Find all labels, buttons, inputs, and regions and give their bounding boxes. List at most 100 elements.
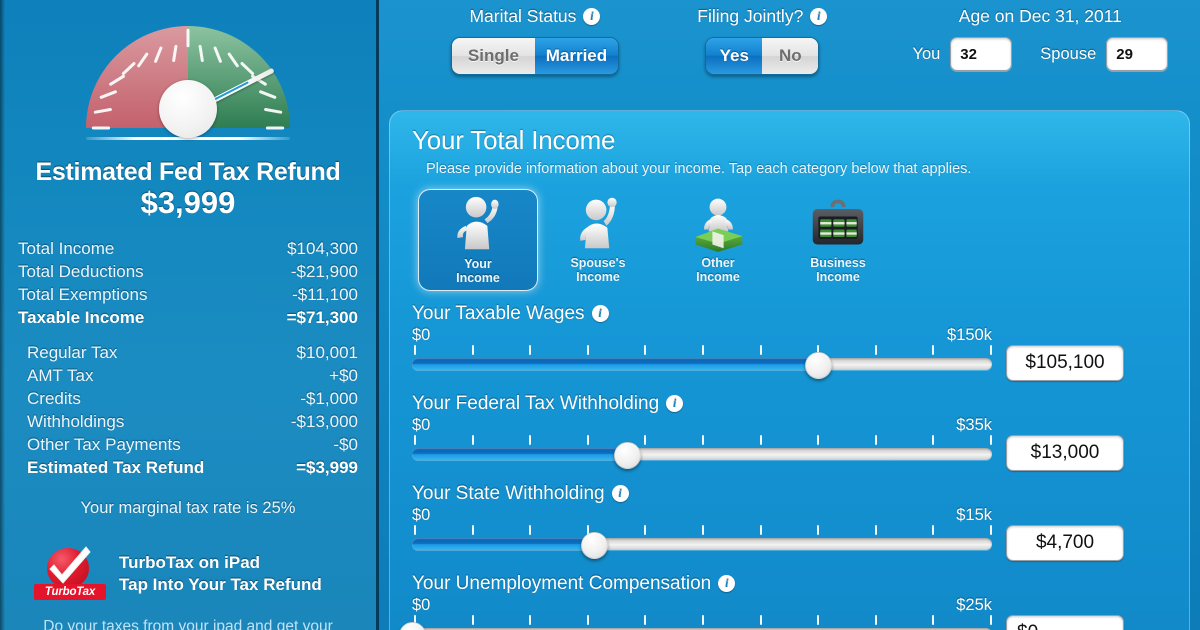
slider-knob[interactable] xyxy=(614,442,642,470)
income-category-label: Spouse's Income xyxy=(570,256,625,285)
slider-tick xyxy=(990,435,992,446)
slider-value-input[interactable]: $0 xyxy=(1006,614,1124,630)
main-pane: Marital Status i Single Married Filing J… xyxy=(379,0,1200,630)
marital-status-text: Marital Status xyxy=(469,6,577,26)
you-age-label: You xyxy=(912,44,941,63)
refund-gauge xyxy=(78,20,298,140)
jointly-option-yes[interactable]: Yes xyxy=(706,38,763,74)
slider-title-text: Your Federal Tax Withholding xyxy=(412,392,660,414)
slider-ticks xyxy=(412,435,992,446)
total-income-card: Your Total Income Please provide informa… xyxy=(389,110,1190,630)
slider-title: Your Unemployment Compensation i xyxy=(412,573,1167,595)
slider-ticks xyxy=(412,345,992,356)
card-subtitle: Please provide information about your in… xyxy=(426,161,972,177)
slider-tick xyxy=(471,435,474,446)
slider-tick xyxy=(990,525,992,536)
slider-control[interactable]: $0 $15k xyxy=(412,505,992,560)
slider-range-labels: $0 $35k xyxy=(412,415,992,434)
slider-min-label: $0 xyxy=(412,415,431,434)
slider-ticks xyxy=(412,525,992,536)
income-category-label: Business Income xyxy=(810,256,866,285)
slider-max-label: $15k xyxy=(956,505,992,524)
category-label-line1: Spouse's xyxy=(570,256,626,270)
slider-tick xyxy=(990,345,992,356)
marital-status-segmented-control[interactable]: Single Married xyxy=(450,37,619,75)
slider-tick xyxy=(702,525,704,536)
income-category-your[interactable]: Your Income xyxy=(418,189,538,291)
age-group: Age on Dec 31, 2011 You 32 Spouse 29 xyxy=(881,6,1200,71)
summary-row: Total Deductions -$21,900 xyxy=(18,260,358,283)
slider-track-wrap[interactable] xyxy=(412,532,992,560)
slider-fill xyxy=(412,538,594,551)
brand-tagline: TurboTax on iPad Tap Into Your Tax Refun… xyxy=(119,552,322,597)
category-label-line1: Other xyxy=(701,256,735,270)
category-label-line2: Income xyxy=(456,271,500,286)
person-pointing-icon xyxy=(447,195,509,253)
slider-control[interactable]: $0 $150k xyxy=(412,325,992,380)
info-icon[interactable]: i xyxy=(591,305,609,323)
income-category-list: Your Income Spouse's Income Other Income… xyxy=(412,189,1167,291)
income-category-other[interactable]: Other Income xyxy=(658,189,778,291)
slider-track-wrap[interactable] xyxy=(412,442,992,470)
spouse-age-input[interactable]: 29 xyxy=(1106,37,1169,71)
filing-jointly-label: Filing Jointly? i xyxy=(697,6,828,27)
marital-option-single[interactable]: Single xyxy=(451,38,535,74)
income-category-spouses[interactable]: Spouse's Income xyxy=(538,189,658,291)
marital-option-married[interactable]: Married xyxy=(534,38,618,74)
slider-title: Your Taxable Wages i xyxy=(412,303,1167,325)
income-category-business[interactable]: Business Income xyxy=(778,189,898,291)
summary-row-label: Estimated Tax Refund xyxy=(27,457,205,477)
turbotax-logo-icon: TurboTax xyxy=(34,546,106,600)
info-icon[interactable]: i xyxy=(666,395,684,413)
slider-row-1: Your Taxable Wages i $0 $150k $105,100 xyxy=(412,303,1167,381)
jointly-option-no[interactable]: No xyxy=(762,38,819,74)
refund-amount: $3,999 xyxy=(140,185,236,220)
slider-value-input[interactable]: $105,100 xyxy=(1006,344,1124,381)
summary-row-label: Total Income xyxy=(18,238,115,258)
slider-tick xyxy=(990,615,992,626)
filing-jointly-segmented-control[interactable]: Yes No xyxy=(705,37,820,75)
info-icon[interactable]: i xyxy=(583,8,601,25)
slider-max-label: $35k xyxy=(956,415,992,434)
slider-tick xyxy=(529,435,532,446)
slider-tick xyxy=(529,615,532,626)
slider-control[interactable]: $0 $25k xyxy=(399,595,992,630)
slider-value-input[interactable]: $13,000 xyxy=(1006,434,1124,471)
slider-tick xyxy=(759,435,762,446)
slider-row-2: Your Federal Tax Withholding i $0 $35k $… xyxy=(412,393,1167,471)
slider-tick xyxy=(759,345,762,356)
brand-line-1: TurboTax on iPad xyxy=(119,552,261,572)
summary-row: Total Income $104,300 xyxy=(18,237,358,260)
slider-tick xyxy=(644,525,647,536)
slider-tick xyxy=(529,525,532,536)
slider-knob[interactable] xyxy=(580,532,608,560)
summary-row-label: Taxable Income xyxy=(18,307,145,327)
slider-knob[interactable] xyxy=(805,352,833,380)
slider-tick xyxy=(471,615,474,626)
slider-value-input[interactable]: $4,700 xyxy=(1006,524,1124,561)
person-waving-icon xyxy=(567,194,629,252)
slider-track-wrap[interactable] xyxy=(412,352,992,380)
slider-range-labels: $0 $25k xyxy=(412,595,992,614)
slider-range-labels: $0 $150k xyxy=(412,325,992,344)
slider-control[interactable]: $0 $35k xyxy=(412,415,992,470)
slider-fill xyxy=(412,448,628,461)
info-icon[interactable]: i xyxy=(810,8,828,25)
info-icon[interactable]: i xyxy=(611,485,629,503)
age-label: Age on Dec 31, 2011 xyxy=(958,6,1122,26)
slider-tick xyxy=(874,435,877,446)
slider-range-labels: $0 $15k xyxy=(412,505,992,524)
you-age-input[interactable]: 32 xyxy=(950,37,1013,71)
slider-tick xyxy=(586,435,589,446)
slider-tick xyxy=(817,435,820,446)
summary-row-value: -$13,000 xyxy=(290,411,358,431)
slider-tick xyxy=(414,525,416,536)
slider-max-label: $25k xyxy=(956,595,992,614)
summary-row-value: $10,001 xyxy=(296,342,358,362)
info-icon[interactable]: i xyxy=(718,575,736,593)
slider-track-wrap[interactable] xyxy=(399,622,992,630)
slider-title-text: Your Unemployment Compensation xyxy=(412,572,712,594)
slider-tick xyxy=(932,525,935,536)
slider-max-label: $150k xyxy=(947,325,992,344)
summary-table-bottom: Regular Tax $10,001 AMT Tax +$0 Credits -$1,0… xyxy=(18,341,358,479)
